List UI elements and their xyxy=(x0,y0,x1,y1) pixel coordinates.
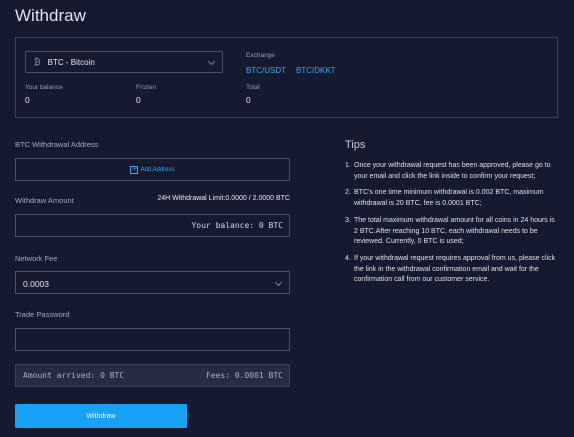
tip-number: 3. xyxy=(345,216,351,224)
trade-password-input[interactable] xyxy=(15,328,290,351)
fees-value: Fees: 0.0001 BTC xyxy=(205,371,283,380)
tips-list: 1. Once your withdrawal request has been… xyxy=(345,161,560,292)
withdraw-summary: Amount arrived: 0 BTC Fees: 0.0001 BTC xyxy=(15,364,290,387)
frozen-value: 0 xyxy=(136,95,141,105)
tip-text: The total maximum withdrawal amount for … xyxy=(354,216,555,246)
balance-hint: Your balance: 0 BTC xyxy=(191,221,283,230)
network-fee-label: Network Fee xyxy=(15,254,58,263)
total-label: Total xyxy=(246,84,260,91)
chevron-down-icon xyxy=(274,278,283,287)
tip-number: 2. xyxy=(345,189,351,197)
tip-text: Once your withdrawal request has been ap… xyxy=(354,162,551,180)
account-summary-panel: ₿ BTC - Bitcoin Exchange BTC/USDT BTC/DK… xyxy=(15,37,558,118)
tips-title: Tips xyxy=(345,139,366,151)
balance-value: 0 xyxy=(25,95,30,105)
tip-number: 4. xyxy=(345,254,351,262)
add-address-field[interactable]: + Add Address xyxy=(15,158,290,181)
total-value: 0 xyxy=(246,95,251,105)
tip-item: 1. Once your withdrawal request has been… xyxy=(345,161,560,182)
amount-arrived: Amount arrived: 0 BTC xyxy=(23,371,125,380)
bitcoin-icon: ₿ xyxy=(34,57,41,67)
tip-text: If your withdrawal request requires appr… xyxy=(354,254,556,284)
network-fee-select[interactable]: 0.0003 xyxy=(15,271,290,294)
amount-label: Withdraw Amount xyxy=(15,196,74,205)
balance-label: Your balance xyxy=(25,84,63,91)
tip-item: 3. The total maximum withdrawal amount f… xyxy=(345,216,560,248)
add-address-label: Add Address xyxy=(140,166,175,173)
address-label: BTC Withdrawal Address xyxy=(15,140,99,149)
tip-text: BTC's one time minimum withdrawal is 0.0… xyxy=(354,189,544,208)
withdrawal-limit-text: 24H Withdrawal Limit:0.0000 / 2.0000 BTC xyxy=(157,195,290,202)
pair-link-btc-usdt[interactable]: BTC/USDT xyxy=(246,66,286,75)
network-fee-value: 0.0003 xyxy=(23,279,49,289)
trade-password-label: Trade Password xyxy=(15,310,70,319)
frozen-label: Frozen xyxy=(136,84,157,91)
tip-number: 1. xyxy=(345,162,351,169)
page-title: Withdraw xyxy=(15,6,86,25)
withdraw-button[interactable]: Withdraw xyxy=(15,404,187,428)
chevron-down-icon xyxy=(207,57,216,66)
add-address-button[interactable]: + Add Address xyxy=(16,159,289,180)
coin-select-value: BTC - Bitcoin xyxy=(47,57,95,67)
coin-select[interactable]: ₿ BTC - Bitcoin xyxy=(25,51,223,73)
tip-item: 2. BTC's one time minimum withdrawal is … xyxy=(345,188,560,209)
tip-item: 4. If your withdrawal request requires a… xyxy=(345,254,560,286)
amount-input[interactable]: Your balance: 0 BTC xyxy=(15,214,290,237)
pair-link-btc-dkkt[interactable]: BTC/DKKT xyxy=(296,66,336,75)
exchange-label: Exchange xyxy=(246,52,275,59)
plus-icon: + xyxy=(130,165,139,174)
